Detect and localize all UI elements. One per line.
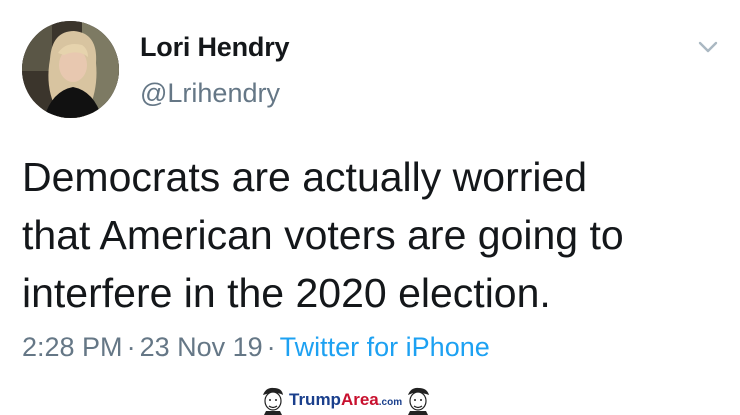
chevron-down-icon[interactable] <box>697 38 719 56</box>
avatar[interactable] <box>22 21 119 118</box>
tweet-text: Democrats are actually worried that Amer… <box>22 148 722 322</box>
author-name[interactable]: Lori Hendry <box>140 32 290 63</box>
author-handle[interactable]: @Lrihendry <box>140 78 280 109</box>
meta-separator: · <box>126 332 136 362</box>
watermark-logo: TrumpArea.com <box>258 384 433 415</box>
watermark-brand-accent: Area <box>340 389 379 409</box>
tweet-meta: 2:28 PM · 23 Nov 19 · Twitter for iPhone <box>22 332 490 363</box>
meta-separator: · <box>266 332 276 362</box>
tweet-text-line: Democrats are actually worried <box>22 154 588 200</box>
avatar-photo <box>22 21 119 118</box>
caricature-icon <box>263 387 283 415</box>
watermark-text: TrumpArea.com <box>289 390 402 410</box>
tweet-date[interactable]: 23 Nov 19 <box>140 332 263 362</box>
caricature-icon <box>408 387 430 415</box>
tweet-time[interactable]: 2:28 PM <box>22 332 123 362</box>
tweet-text-line: interfere in the 2020 election. <box>22 270 551 316</box>
tweet-text-line: that American voters are going to <box>22 212 624 258</box>
tweet-source-link[interactable]: Twitter for iPhone <box>280 332 490 362</box>
watermark-brand: Trump <box>289 389 341 409</box>
watermark-suffix: .com <box>378 396 403 408</box>
